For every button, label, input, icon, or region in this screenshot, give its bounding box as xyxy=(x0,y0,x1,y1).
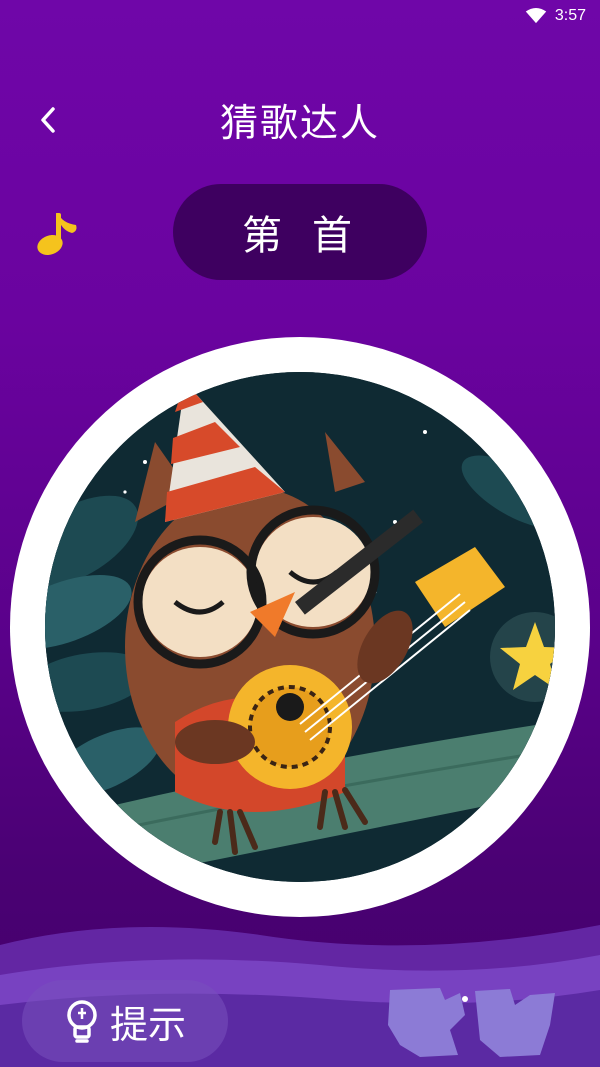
wifi-icon xyxy=(525,8,547,24)
round-suffix: 首 xyxy=(312,213,358,259)
round-prefix: 第 xyxy=(242,213,288,259)
round-indicator: 第 首 xyxy=(173,184,427,280)
answer-slots[interactable] xyxy=(380,985,560,1060)
indicator-dot xyxy=(462,996,468,1002)
hint-button[interactable]: 提示 xyxy=(22,980,228,1062)
status-time: 3:57 xyxy=(554,7,586,24)
hint-label: 提示 xyxy=(109,1002,186,1047)
music-note-icon[interactable] xyxy=(32,205,84,257)
lightbulb-icon xyxy=(67,1000,97,1043)
page-title: 猜歌达人 xyxy=(219,101,380,145)
status-bar: 3:57 xyxy=(0,0,600,32)
owl-guitar-illustration xyxy=(45,372,555,882)
album-artwork xyxy=(45,372,555,882)
